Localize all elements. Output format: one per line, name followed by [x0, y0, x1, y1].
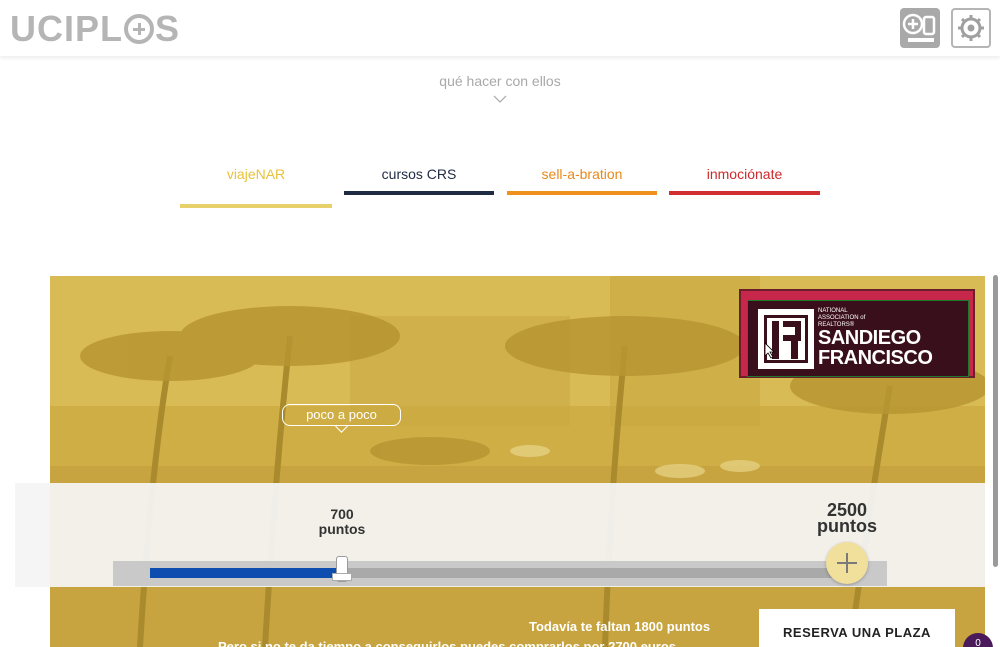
progress-fill: [150, 568, 344, 578]
buy-points-text: Pero si no te da tiempo a conseguirlos p…: [218, 639, 677, 647]
tooltip-bubble: poco a poco: [282, 404, 401, 426]
goal-points: 2500 puntos: [807, 501, 887, 536]
goal-points-unit: puntos: [817, 516, 877, 536]
settings-button[interactable]: [951, 8, 991, 48]
mouse-cursor-icon: [765, 343, 775, 359]
progress-handle-base: [332, 573, 352, 581]
section-subtitle: qué hacer con ellos: [439, 73, 561, 89]
realtor-r-logo: [758, 309, 814, 369]
tab-underline: [669, 191, 820, 195]
nar-city-title: SANDIEGO FRANCISCO: [818, 327, 933, 369]
tab-label: cursos CRS: [381, 166, 457, 182]
tab-sell-a-bration[interactable]: sell-a-bration: [507, 164, 657, 210]
nar-small-text: NATIONAL ASSOCIATION of REALTORS®: [818, 308, 866, 328]
tab-cursos-crs[interactable]: cursos CRS: [344, 164, 494, 210]
add-device-icon: [902, 13, 936, 42]
nar-event-badge[interactable]: NATIONAL ASSOCIATION of REALTORS® SANDIE…: [739, 289, 975, 378]
chevron-down-icon[interactable]: [493, 95, 507, 103]
nar-city-line2: FRANCISCO: [818, 347, 933, 369]
tab-label: sell-a-bration: [541, 166, 623, 182]
current-points: 700 puntos: [307, 507, 377, 537]
remaining-points-text: Todavía te faltan 1800 puntos: [529, 619, 711, 634]
current-points-unit: puntos: [318, 521, 366, 537]
tab-label: viajeNAR: [226, 166, 286, 182]
settings-gear-icon: [958, 15, 984, 41]
top-header: UCIPL S: [0, 0, 1000, 56]
scrollbar[interactable]: [993, 275, 998, 567]
tab-underline: [344, 191, 494, 195]
current-points-value: 700: [330, 506, 354, 522]
tab-label: inmociónate: [706, 166, 783, 182]
plus-circle-icon: [124, 14, 154, 44]
tab-underline: [180, 204, 332, 208]
nar-city-line1: SANDIEGO: [818, 327, 921, 349]
reserve-button[interactable]: RESERVA UNA PLAZA: [759, 609, 955, 647]
tab-underline: [507, 191, 657, 195]
tab-inmocionate[interactable]: inmociónate: [669, 164, 820, 210]
add-device-button[interactable]: [900, 8, 940, 48]
uciplus-logo[interactable]: UCIPL S: [10, 8, 180, 50]
add-points-button[interactable]: [826, 542, 868, 584]
tab-viajenar[interactable]: viajeNAR: [180, 164, 332, 210]
